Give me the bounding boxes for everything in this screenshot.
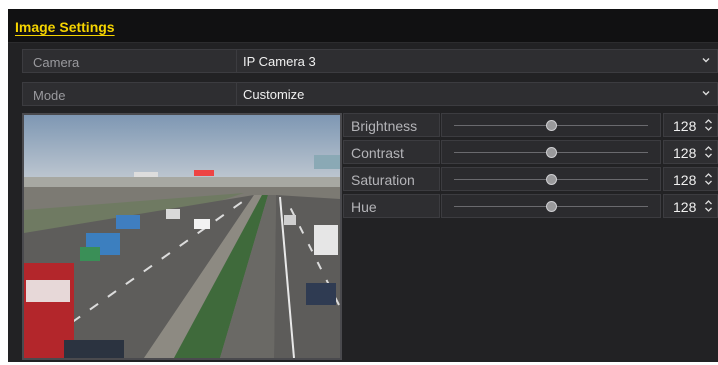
spinner-arrows-icon[interactable] <box>704 199 713 213</box>
camera-select[interactable]: IP Camera 3 <box>236 50 717 72</box>
contrast-label-cell: Contrast <box>343 140 440 164</box>
camera-preview <box>22 113 342 360</box>
spinner-arrows-icon[interactable] <box>704 118 713 132</box>
brightness-label-cell: Brightness <box>343 113 440 137</box>
saturation-value: 128 <box>673 172 697 188</box>
brightness-label: Brightness <box>351 118 418 134</box>
slider-thumb[interactable] <box>545 120 557 131</box>
camera-preview-image <box>24 115 340 358</box>
brightness-slider[interactable] <box>441 113 661 137</box>
mode-select-value: Customize <box>243 87 305 102</box>
slider-thumb[interactable] <box>545 201 557 212</box>
saturation-label-cell: Saturation <box>343 167 440 191</box>
spinner-arrows-icon[interactable] <box>704 145 713 159</box>
mode-select[interactable]: Customize <box>236 83 717 105</box>
camera-select-value: IP Camera 3 <box>243 54 316 69</box>
chevron-down-icon <box>702 91 710 96</box>
hue-label-cell: Hue <box>343 194 440 218</box>
brightness-row: Brightness 128 <box>343 113 718 138</box>
contrast-slider[interactable] <box>441 140 661 164</box>
title-bar: Image Settings <box>8 9 718 43</box>
slider-thumb[interactable] <box>545 174 557 185</box>
saturation-slider[interactable] <box>441 167 661 191</box>
contrast-label: Contrast <box>351 145 404 161</box>
contrast-value: 128 <box>673 145 697 161</box>
hue-row: Hue 128 <box>343 194 718 219</box>
window-title: Image Settings <box>15 19 115 35</box>
brightness-spinner[interactable]: 128 <box>663 113 718 137</box>
brightness-value: 128 <box>673 118 697 134</box>
mode-row: Mode Customize <box>22 82 718 106</box>
hue-label: Hue <box>351 199 377 215</box>
hue-spinner[interactable]: 128 <box>663 194 718 218</box>
camera-row: Camera IP Camera 3 <box>22 49 718 73</box>
image-settings-window: Image Settings Camera IP Camera 3 Mode C… <box>8 9 718 362</box>
mode-label: Mode <box>33 88 66 103</box>
chevron-down-icon <box>702 58 710 63</box>
contrast-row: Contrast 128 <box>343 140 718 165</box>
saturation-spinner[interactable]: 128 <box>663 167 718 191</box>
spinner-arrows-icon[interactable] <box>704 172 713 186</box>
hue-slider[interactable] <box>441 194 661 218</box>
slider-thumb[interactable] <box>545 147 557 158</box>
hue-value: 128 <box>673 199 697 215</box>
saturation-row: Saturation 128 <box>343 167 718 192</box>
contrast-spinner[interactable]: 128 <box>663 140 718 164</box>
saturation-label: Saturation <box>351 172 415 188</box>
camera-label: Camera <box>33 55 80 70</box>
